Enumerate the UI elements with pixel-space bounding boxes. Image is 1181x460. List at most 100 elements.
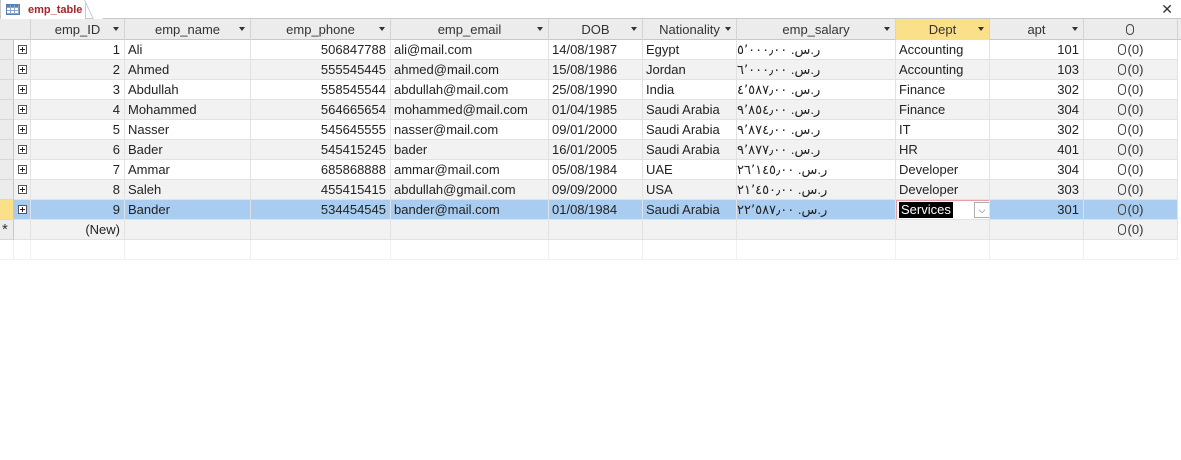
column-header-emp_name[interactable]: emp_name (125, 19, 251, 40)
cell-apt[interactable]: 101 (990, 40, 1084, 60)
expand-plus-icon[interactable] (17, 165, 27, 174)
cell-emp_email[interactable]: ali@mail.com (391, 40, 549, 60)
select-all-corner[interactable] (0, 19, 31, 40)
cell-emp_salary[interactable]: ر.س.‏ ٦٬٠٠٠٫٠٠ (737, 60, 896, 80)
cell-nationality[interactable]: Saudi Arabia (643, 100, 737, 120)
cell-emp_email[interactable]: bader (391, 140, 549, 160)
new-record-selector[interactable]: * (0, 220, 14, 240)
chevron-down-icon[interactable] (113, 27, 119, 31)
subdatasheet-expander[interactable] (14, 180, 31, 200)
cell-emp_salary[interactable]: ر.س.‏ ٤٬٥٨٧٫٠٠ (737, 80, 896, 100)
cell-attachment[interactable]: (0) (1084, 140, 1178, 160)
cell-emp_salary[interactable]: ر.س.‏ ٢٢٬٥٨٧٫٠٠ (737, 200, 896, 220)
cell-nationality[interactable]: India (643, 80, 737, 100)
column-header-emp_id[interactable]: emp_ID (31, 19, 125, 40)
cell-emp_email[interactable]: abdullah@gmail.com (391, 180, 549, 200)
record-selector[interactable] (0, 140, 14, 160)
record-selector[interactable] (0, 180, 14, 200)
new-cell-emp_phone[interactable] (251, 220, 391, 240)
cell-emp_email[interactable]: bander@mail.com (391, 200, 549, 220)
cell-attachment[interactable]: (0) (1084, 180, 1178, 200)
cell-emp_name[interactable]: Abdullah (125, 80, 251, 100)
column-header-dept[interactable]: Dept (896, 19, 990, 40)
new-cell-emp_id[interactable]: (New) (31, 220, 125, 240)
cell-emp_salary[interactable]: ر.س.‏ ٢١٬٤٥٠٫٠٠ (737, 180, 896, 200)
cell-dob[interactable]: 14/08/1987 (549, 40, 643, 60)
cell-emp_name[interactable]: Nasser (125, 120, 251, 140)
cell-emp_phone[interactable]: 564665654 (251, 100, 391, 120)
cell-nationality[interactable]: Egypt (643, 40, 737, 60)
cell-apt[interactable]: 301 (990, 200, 1084, 220)
cell-emp_phone[interactable]: 506847788 (251, 40, 391, 60)
new-record-row[interactable]: * (New) (0) (0, 220, 1181, 240)
new-cell-attachment[interactable]: (0) (1084, 220, 1178, 240)
cell-attachment[interactable]: (0) (1084, 100, 1178, 120)
cell-emp_email[interactable]: ahmed@mail.com (391, 60, 549, 80)
chevron-down-icon[interactable] (537, 27, 543, 31)
expand-plus-icon[interactable] (17, 125, 27, 134)
cell-apt[interactable]: 304 (990, 100, 1084, 120)
record-selector[interactable] (0, 160, 14, 180)
cell-nationality[interactable]: UAE (643, 160, 737, 180)
cell-attachment[interactable]: (0) (1084, 120, 1178, 140)
new-cell-dob[interactable] (549, 220, 643, 240)
table-row[interactable]: 4 Mohammed 564665654 mohammed@mail.com 01/04… (0, 100, 1181, 120)
new-cell-emp_name[interactable] (125, 220, 251, 240)
cell-emp_email[interactable]: mohammed@mail.com (391, 100, 549, 120)
new-cell-emp_salary[interactable] (737, 220, 896, 240)
cell-nationality[interactable]: Jordan (643, 60, 737, 80)
cell-dept[interactable]: HR (896, 140, 990, 160)
cell-emp_id[interactable]: 4 (31, 100, 125, 120)
cell-emp_id[interactable]: 6 (31, 140, 125, 160)
chevron-down-icon[interactable] (379, 27, 385, 31)
cell-dob[interactable]: 09/09/2000 (549, 180, 643, 200)
cell-dob[interactable]: 16/01/2005 (549, 140, 643, 160)
cell-emp_id[interactable]: 9 (31, 200, 125, 220)
cell-attachment[interactable]: (0) (1084, 80, 1178, 100)
cell-emp_email[interactable]: ammar@mail.com (391, 160, 549, 180)
record-selector[interactable] (0, 80, 14, 100)
chevron-down-icon[interactable] (725, 27, 731, 31)
cell-emp_name[interactable]: Ahmed (125, 60, 251, 80)
new-cell-emp_email[interactable] (391, 220, 549, 240)
subdatasheet-expander[interactable] (14, 120, 31, 140)
cell-emp_salary[interactable]: ر.س.‏ ٩٬٨٥٤٫٠٠ (737, 100, 896, 120)
column-header-emp_phone[interactable]: emp_phone (251, 19, 391, 40)
cell-attachment[interactable]: (0) (1084, 60, 1178, 80)
expand-plus-icon[interactable] (17, 85, 27, 94)
record-selector[interactable] (0, 100, 14, 120)
cell-emp_name[interactable]: Ali (125, 40, 251, 60)
cell-dept[interactable]: Accounting (896, 40, 990, 60)
cell-attachment[interactable]: (0) (1084, 40, 1178, 60)
cell-emp_phone[interactable]: 555545445 (251, 60, 391, 80)
record-selector[interactable] (0, 40, 14, 60)
chevron-down-icon[interactable] (978, 27, 984, 31)
cell-emp_id[interactable]: 3 (31, 80, 125, 100)
cell-apt[interactable]: 303 (990, 180, 1084, 200)
cell-emp_id[interactable]: 1 (31, 40, 125, 60)
expand-plus-icon[interactable] (17, 205, 27, 214)
new-cell-nationality[interactable] (643, 220, 737, 240)
cell-nationality[interactable]: Saudi Arabia (643, 200, 737, 220)
cell-emp_email[interactable]: nasser@mail.com (391, 120, 549, 140)
cell-dob[interactable]: 25/08/1990 (549, 80, 643, 100)
cell-emp_id[interactable]: 7 (31, 160, 125, 180)
new-cell-apt[interactable] (990, 220, 1084, 240)
cell-emp_id[interactable]: 8 (31, 180, 125, 200)
cell-emp_name[interactable]: Mohammed (125, 100, 251, 120)
expand-plus-icon[interactable] (17, 185, 27, 194)
cell-dept[interactable]: Services ⌵ (896, 200, 990, 220)
cell-emp_name[interactable]: Saleh (125, 180, 251, 200)
cell-emp_name[interactable]: Bader (125, 140, 251, 160)
cell-dob[interactable]: 01/08/1984 (549, 200, 643, 220)
dept-combo-value[interactable]: Services (899, 202, 953, 218)
record-selector[interactable] (0, 60, 14, 80)
cell-nationality[interactable]: Saudi Arabia (643, 120, 737, 140)
expand-plus-icon[interactable] (17, 45, 27, 54)
cell-emp_id[interactable]: 2 (31, 60, 125, 80)
cell-emp_salary[interactable]: ر.س.‏ ٩٬٨٧٧٫٠٠ (737, 140, 896, 160)
record-selector[interactable] (0, 120, 14, 140)
cell-dob[interactable]: 01/04/1985 (549, 100, 643, 120)
chevron-down-icon[interactable] (631, 27, 637, 31)
cell-emp_phone[interactable]: 558545544 (251, 80, 391, 100)
